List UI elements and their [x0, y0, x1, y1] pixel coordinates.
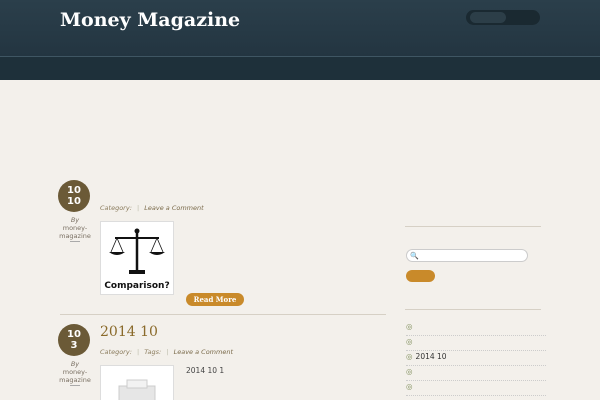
post-thumbnail[interactable] — [100, 365, 174, 400]
byline-author[interactable]: money-magazine — [58, 368, 92, 384]
top-links — [466, 10, 540, 25]
excerpt-line — [186, 257, 386, 269]
intro-text — [60, 116, 388, 152]
recent-post-title[interactable]: 2014 10 — [416, 352, 447, 361]
post-excerpt — [186, 221, 386, 293]
post-excerpt: 2014 10 1 — [186, 365, 386, 400]
meta-separator: | — [136, 204, 140, 212]
sidebar-divider — [405, 309, 541, 310]
excerpt-line — [186, 221, 386, 233]
date-top: 10 — [67, 329, 81, 340]
site-header: Money Magazine — [0, 0, 600, 56]
search-input[interactable] — [406, 249, 528, 262]
thumbnail-caption: Comparison? — [104, 281, 169, 291]
bullet-icon: ◎ — [406, 367, 413, 376]
post-byline: By money-magazine — [58, 216, 92, 242]
byline-divider — [70, 385, 80, 386]
recent-post-link[interactable]: ◎ — [406, 367, 546, 381]
post-thumbnail[interactable]: Comparison? — [100, 221, 174, 295]
recent-post-link[interactable]: ◎ — [406, 382, 546, 396]
bullet-icon: ◎ — [406, 352, 413, 361]
top-link-1[interactable] — [470, 12, 506, 23]
post-byline: By money-magazine — [58, 360, 92, 386]
post-meta: Category: | Leave a Comment — [100, 204, 204, 212]
nav-item-4[interactable] — [200, 64, 225, 73]
excerpt-line — [186, 233, 386, 245]
podium-icon — [118, 379, 156, 400]
meta-tags-label: Tags: — [144, 348, 162, 356]
top-link-2[interactable] — [510, 12, 536, 23]
search-button[interactable] — [406, 270, 435, 282]
post-meta: Category: | Tags: | Leave a Comment — [100, 348, 233, 356]
search-label — [406, 235, 426, 243]
recent-post-link[interactable]: ◎ 2014 10 — [406, 352, 546, 366]
bullet-icon: ◎ — [406, 382, 413, 391]
site-title[interactable]: Money Magazine — [60, 9, 240, 31]
byline-author[interactable]: money-magazine — [58, 224, 92, 240]
excerpt-line — [186, 281, 386, 293]
site-description — [60, 33, 260, 41]
read-more-button[interactable]: Read More — [186, 293, 244, 306]
byline-by: By — [70, 360, 80, 368]
intro-line — [60, 140, 388, 152]
date-bottom: 3 — [70, 340, 78, 351]
sidebar-divider — [405, 226, 541, 227]
meta-category-label: Category: — [100, 348, 132, 356]
leave-comment-link[interactable]: Leave a Comment — [144, 204, 203, 212]
recent-post-link[interactable]: ◎ — [406, 337, 546, 351]
nav-item-3[interactable] — [152, 64, 182, 73]
post-title[interactable]: 2014 10 — [100, 324, 158, 340]
bullet-icon: ◎ — [406, 337, 413, 346]
scales-icon: Comparison? — [104, 228, 170, 291]
nav-item-5[interactable] — [244, 64, 280, 73]
leave-comment-link[interactable]: Leave a Comment — [174, 348, 233, 356]
post-divider — [60, 314, 386, 315]
intro-line — [60, 116, 388, 128]
date-bottom: 10 — [67, 196, 81, 207]
search-icon: 🔍 — [410, 252, 419, 260]
meta-category-label: Category: — [100, 204, 132, 212]
excerpt-line — [186, 377, 386, 389]
post-date-badge: 10 10 — [58, 180, 90, 212]
bullet-icon: ◎ — [406, 322, 413, 331]
main-nav — [0, 56, 600, 80]
excerpt-line — [186, 389, 386, 400]
nav-item-1[interactable] — [60, 64, 90, 73]
recent-post-link[interactable]: ◎ — [406, 322, 546, 336]
excerpt-line — [186, 269, 386, 281]
byline-divider — [70, 241, 80, 242]
date-top: 10 — [67, 185, 81, 196]
byline-by: By — [70, 216, 80, 224]
intro-line — [60, 128, 388, 140]
excerpt-line: 2014 10 1 — [186, 366, 225, 375]
excerpt-line — [186, 245, 386, 257]
meta-separator: | — [166, 348, 169, 356]
post-date-badge: 10 3 — [58, 324, 90, 356]
nav-item-2[interactable] — [107, 64, 132, 73]
meta-separator: | — [136, 348, 140, 356]
